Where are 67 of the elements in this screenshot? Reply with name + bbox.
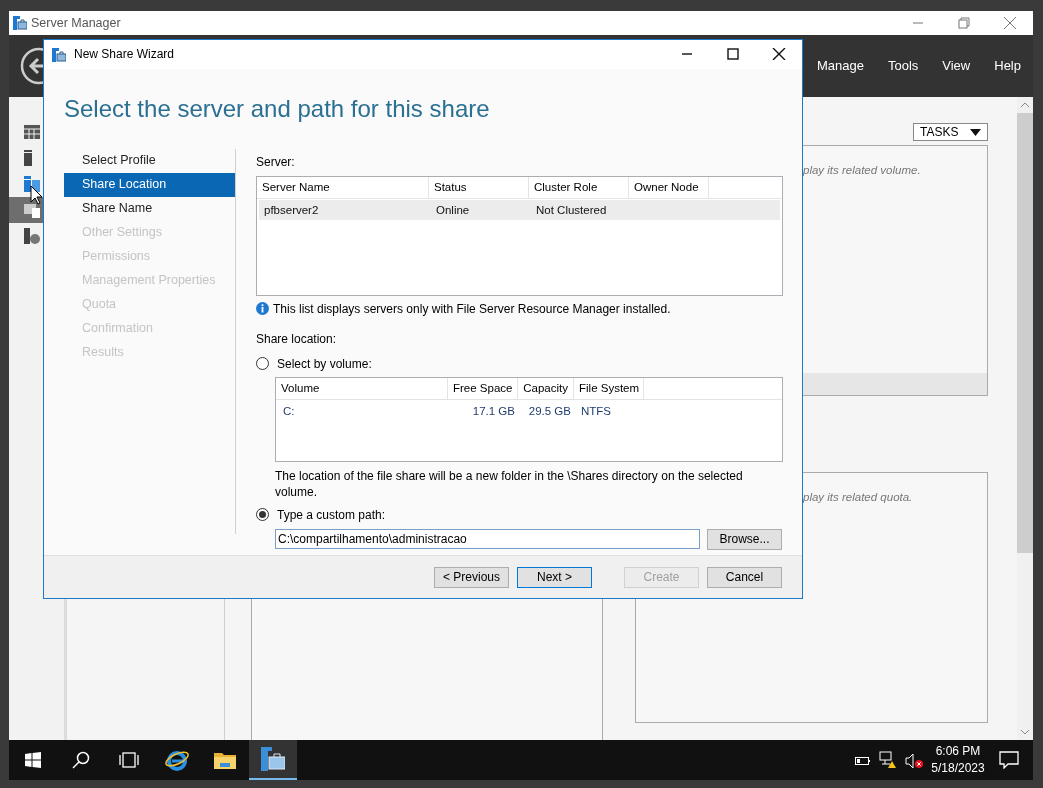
server-manager-icon bbox=[261, 747, 285, 771]
menu-item[interactable]: Help bbox=[994, 56, 1021, 76]
menu-item[interactable]: Tools bbox=[887, 56, 919, 76]
network-warning-icon[interactable] bbox=[879, 751, 897, 770]
page-heading: Select the server and path for this share bbox=[64, 93, 490, 124]
wizard-step[interactable]: Select Profile bbox=[64, 148, 235, 173]
clock-time[interactable]: 6:06 PM bbox=[927, 743, 989, 760]
scroll-thumb[interactable] bbox=[1017, 113, 1033, 553]
column-header[interactable]: Capacity bbox=[518, 377, 574, 399]
radio-button[interactable] bbox=[256, 357, 269, 371]
app-icon bbox=[52, 48, 66, 63]
path-field[interactable]: C:\compartilhamento\administracao bbox=[275, 528, 700, 549]
radio-label[interactable]: Type a custom path: bbox=[277, 505, 386, 524]
storage-icon bbox=[24, 202, 40, 218]
back-icon[interactable] bbox=[20, 47, 43, 85]
scroll-up-icon[interactable] bbox=[1020, 101, 1030, 109]
table-row[interactable]: C: 17.1 GB 29.5 GB NTFS bbox=[278, 400, 780, 421]
task-view-icon bbox=[118, 752, 140, 768]
column-header[interactable]: Free Space bbox=[448, 377, 518, 399]
clock-date[interactable]: 5/18/2023 bbox=[927, 760, 989, 777]
window-title: Server Manager bbox=[31, 14, 121, 32]
app-icon bbox=[13, 16, 27, 31]
caret-icon bbox=[970, 128, 981, 136]
wizard-button[interactable]: Next > bbox=[517, 566, 592, 588]
menu-item[interactable]: View bbox=[942, 56, 971, 76]
dashboard-icon bbox=[24, 125, 40, 139]
browse-button[interactable]: Browse... bbox=[707, 528, 782, 550]
section-label: Share location: bbox=[256, 330, 338, 348]
folder-icon bbox=[214, 751, 236, 769]
wizard-button[interactable]: Cancel bbox=[707, 566, 782, 588]
search-icon bbox=[72, 751, 90, 769]
table-row[interactable]: pfbserver2 Online Not Clustered bbox=[259, 199, 780, 220]
radio-label[interactable]: Select by volume: bbox=[277, 354, 372, 373]
server-list[interactable]: Server Name Status Cluster Role Owner Node pfbserver2 Online Not Clustered bbox=[256, 175, 783, 296]
column-header[interactable]: File System bbox=[574, 377, 644, 399]
column-header[interactable]: Volume bbox=[276, 377, 448, 399]
scroll-down-icon[interactable] bbox=[1020, 728, 1030, 736]
scrollbar[interactable] bbox=[1017, 97, 1033, 740]
wizard-step[interactable]: Share Name bbox=[64, 196, 235, 221]
wizard-step[interactable]: Share Location bbox=[64, 172, 235, 197]
info-icon bbox=[256, 302, 269, 316]
close-icon[interactable] bbox=[772, 48, 786, 61]
taskbar-button[interactable] bbox=[249, 740, 297, 780]
radio-button[interactable] bbox=[256, 508, 269, 522]
battery-icon[interactable] bbox=[855, 755, 871, 766]
server-icon bbox=[24, 150, 32, 166]
wizard-button[interactable]: < Previous bbox=[434, 566, 509, 588]
volume-list[interactable]: Volume Free Space Capacity File System C: 17.1 GB 29.5 GB NTFS bbox=[275, 376, 783, 462]
notification-icon[interactable] bbox=[999, 751, 1019, 769]
menu-item[interactable]: Manage bbox=[816, 56, 864, 76]
window-title: New Share Wizard bbox=[74, 46, 175, 64]
maximize-icon[interactable] bbox=[726, 48, 740, 61]
column-header[interactable]: Cluster Role bbox=[529, 176, 629, 198]
info-text: This list displays servers only with File Server Resource Manager installed. bbox=[273, 300, 671, 318]
volume-note: The location of the file share will be a new folder in the \Shares directory on the selected volume. bbox=[275, 467, 744, 500]
hint-text: play its related volume. bbox=[803, 163, 922, 178]
column-header[interactable]: Owner Node bbox=[629, 176, 709, 198]
tasks-button[interactable]: TASKS bbox=[913, 123, 988, 141]
globe-server-icon bbox=[24, 228, 40, 244]
browser-icon bbox=[164, 748, 190, 772]
speaker-muted-icon[interactable] bbox=[905, 752, 923, 769]
column-header[interactable]: Server Name bbox=[257, 176, 429, 198]
nav-item[interactable] bbox=[9, 197, 43, 223]
windows-icon bbox=[25, 752, 41, 768]
hint-text: play its related quota. bbox=[803, 491, 913, 503]
section-label: Server: bbox=[256, 153, 296, 171]
column-header[interactable]: Status bbox=[429, 176, 529, 198]
